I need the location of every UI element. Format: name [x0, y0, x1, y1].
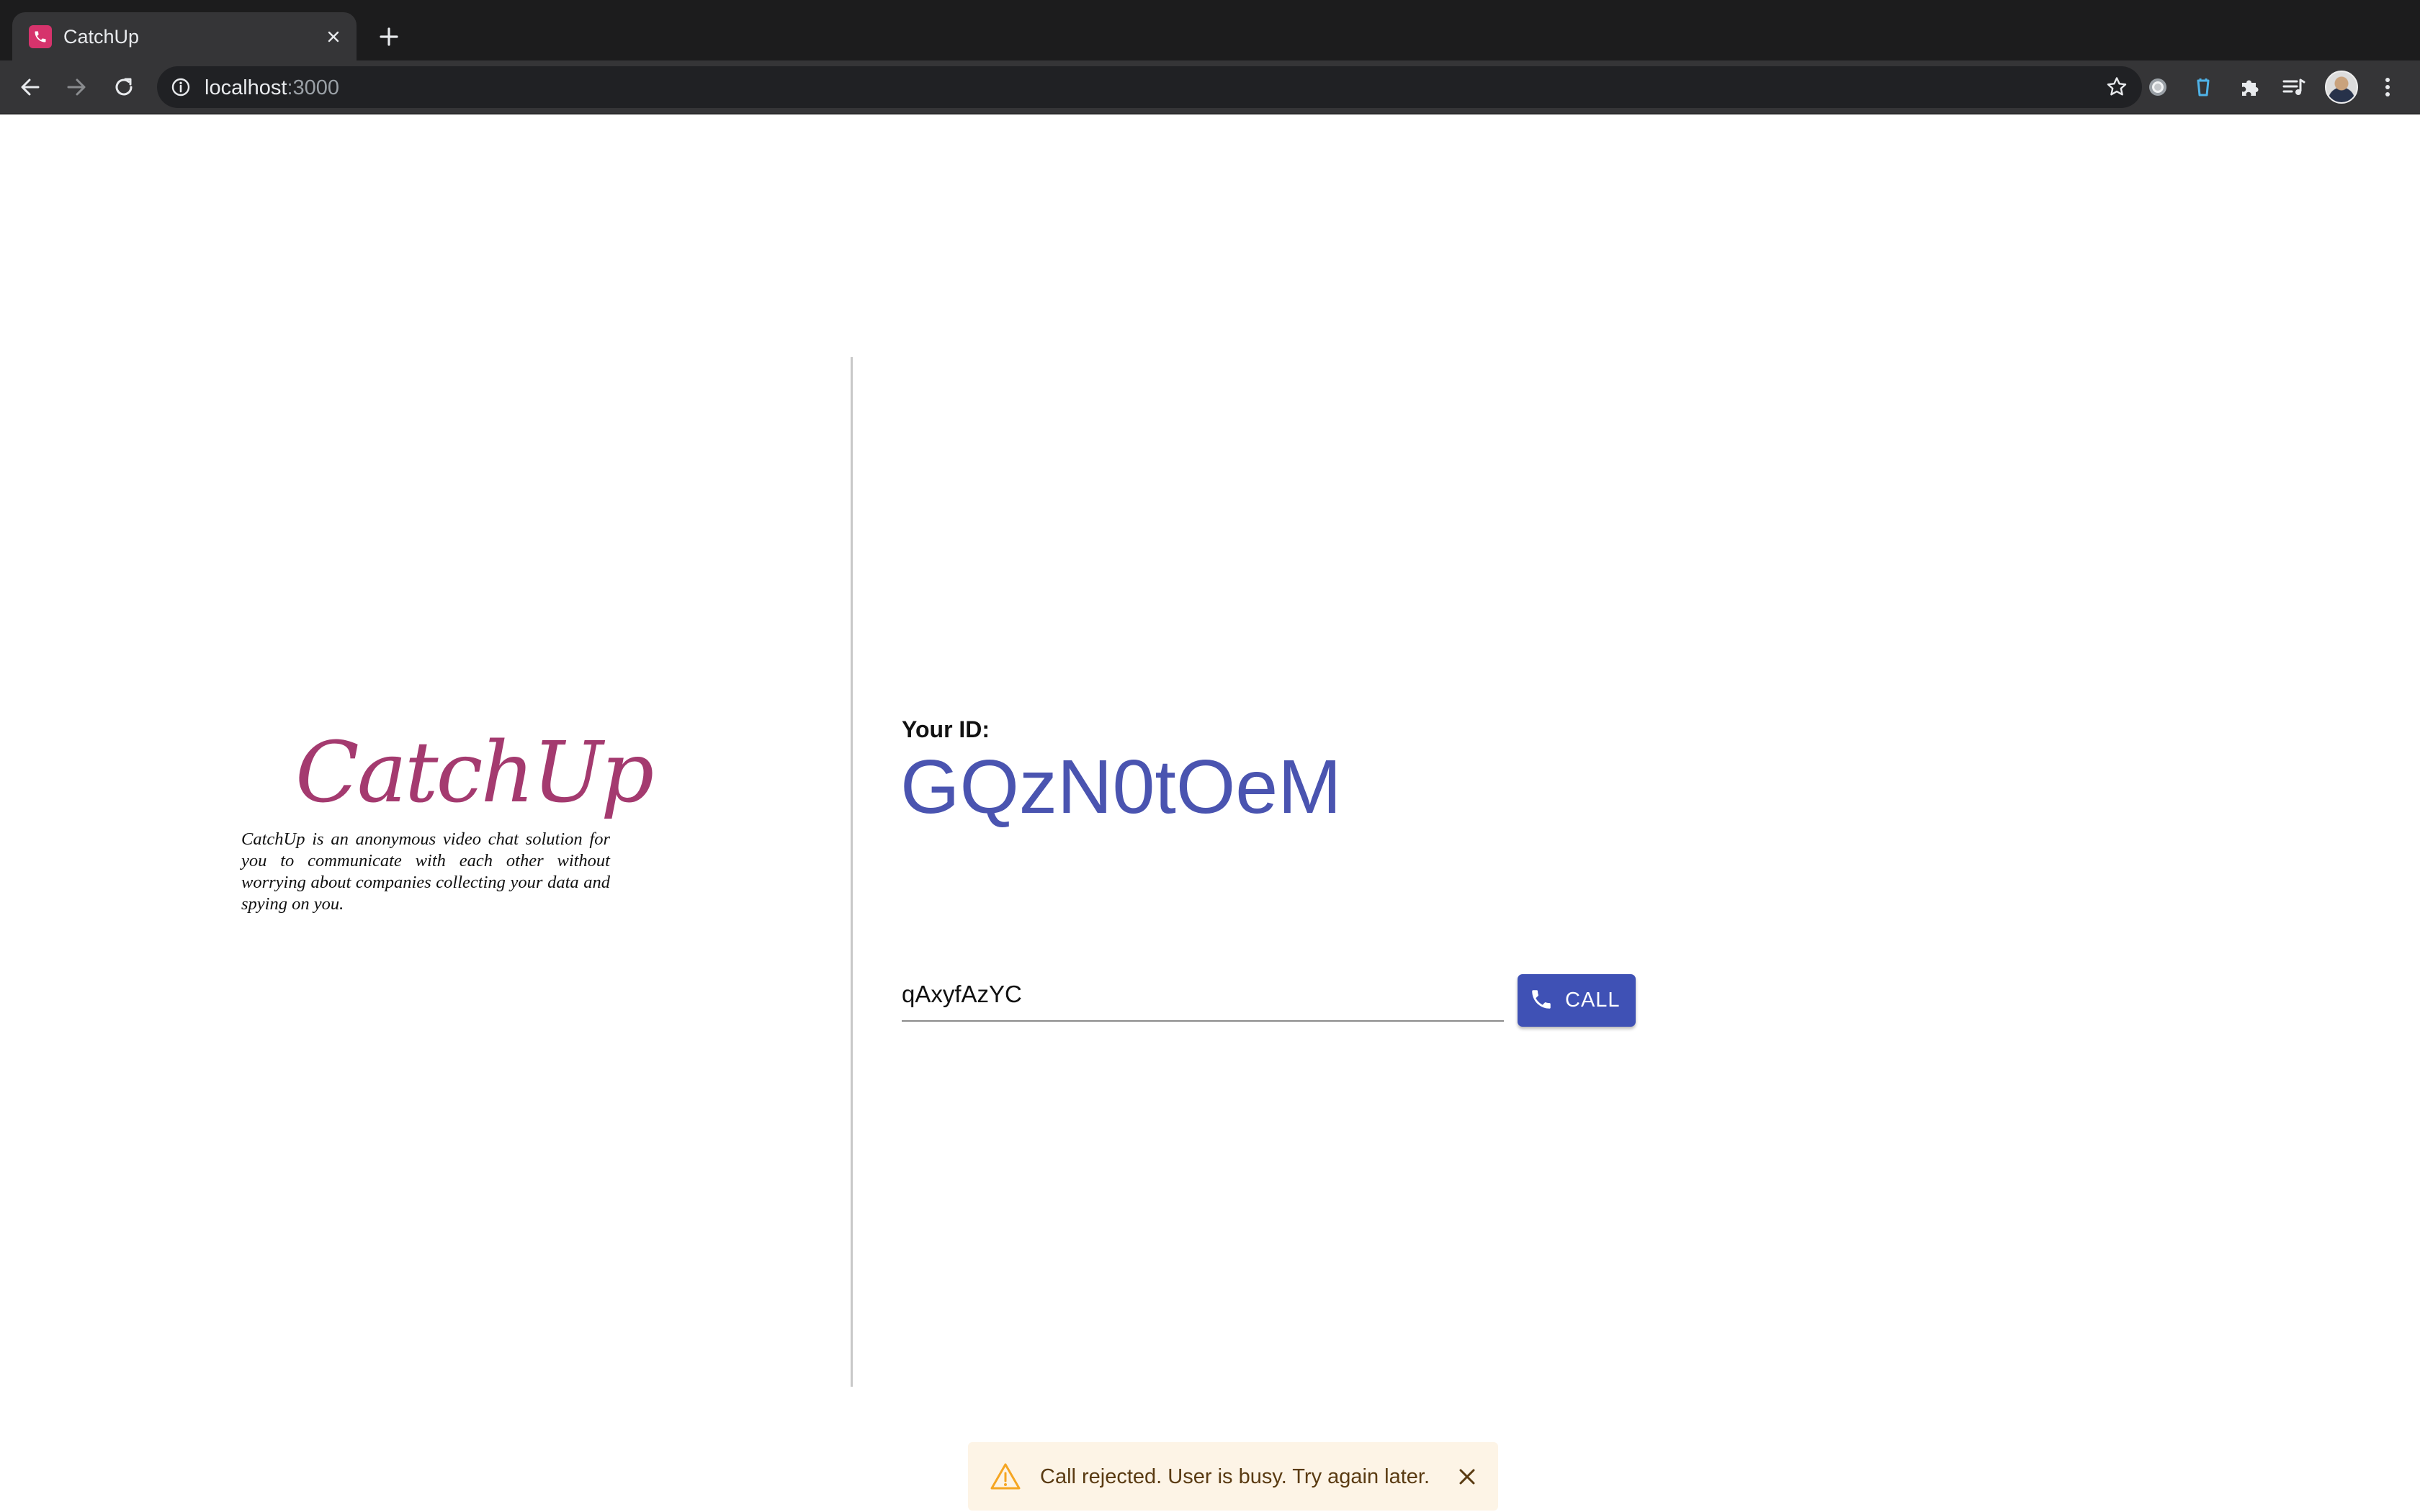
vertical-divider — [851, 357, 853, 1387]
url-host: localhost — [205, 76, 287, 99]
phone-icon — [1529, 987, 1554, 1014]
your-id-label: Your ID: — [902, 716, 990, 742]
browser-tab[interactable]: CatchUp — [12, 12, 357, 60]
browser-tabstrip: CatchUp — [0, 0, 2420, 60]
puzzle-icon[interactable] — [2233, 71, 2265, 103]
star-icon[interactable] — [2102, 72, 2132, 102]
warning-icon — [990, 1462, 1021, 1491]
your-id-value: GQzN0tOeM — [900, 744, 1342, 829]
avatar[interactable] — [2325, 71, 2358, 104]
kebab-menu-icon[interactable] — [2372, 71, 2403, 103]
new-tab-button[interactable] — [372, 20, 405, 53]
browser-toolbar: localhost:3000 — [0, 60, 2420, 114]
close-icon[interactable] — [1454, 1464, 1480, 1490]
record-extension-icon[interactable] — [2142, 71, 2174, 103]
call-button-label: CALL — [1565, 989, 1621, 1012]
brand-logo: CatchUp — [295, 724, 654, 822]
alert-message: Call rejected. User is busy. Try again l… — [1040, 1465, 1430, 1488]
url-text: localhost:3000 — [205, 76, 339, 100]
forward-arrow-icon[interactable] — [60, 71, 92, 103]
back-arrow-icon[interactable] — [14, 71, 46, 103]
brand-description: CatchUp is an anonymous video chat solut… — [241, 829, 610, 914]
phone-icon — [29, 25, 52, 48]
url-port: :3000 — [287, 76, 340, 99]
media-queue-icon[interactable] — [2278, 71, 2310, 103]
page-content: CatchUp CatchUp is an anonymous video ch… — [0, 116, 2420, 1512]
call-id-input[interactable] — [902, 977, 1504, 1022]
reload-icon[interactable] — [108, 71, 140, 103]
info-icon[interactable] — [170, 76, 192, 98]
close-tab-icon[interactable] — [322, 25, 345, 48]
cup-extension-icon[interactable] — [2187, 71, 2219, 103]
alert-snackbar: Call rejected. User is busy. Try again l… — [968, 1442, 1498, 1511]
call-button[interactable]: CALL — [1518, 974, 1636, 1027]
address-bar[interactable]: localhost:3000 — [157, 66, 2142, 108]
tab-title: CatchUp — [63, 26, 140, 48]
